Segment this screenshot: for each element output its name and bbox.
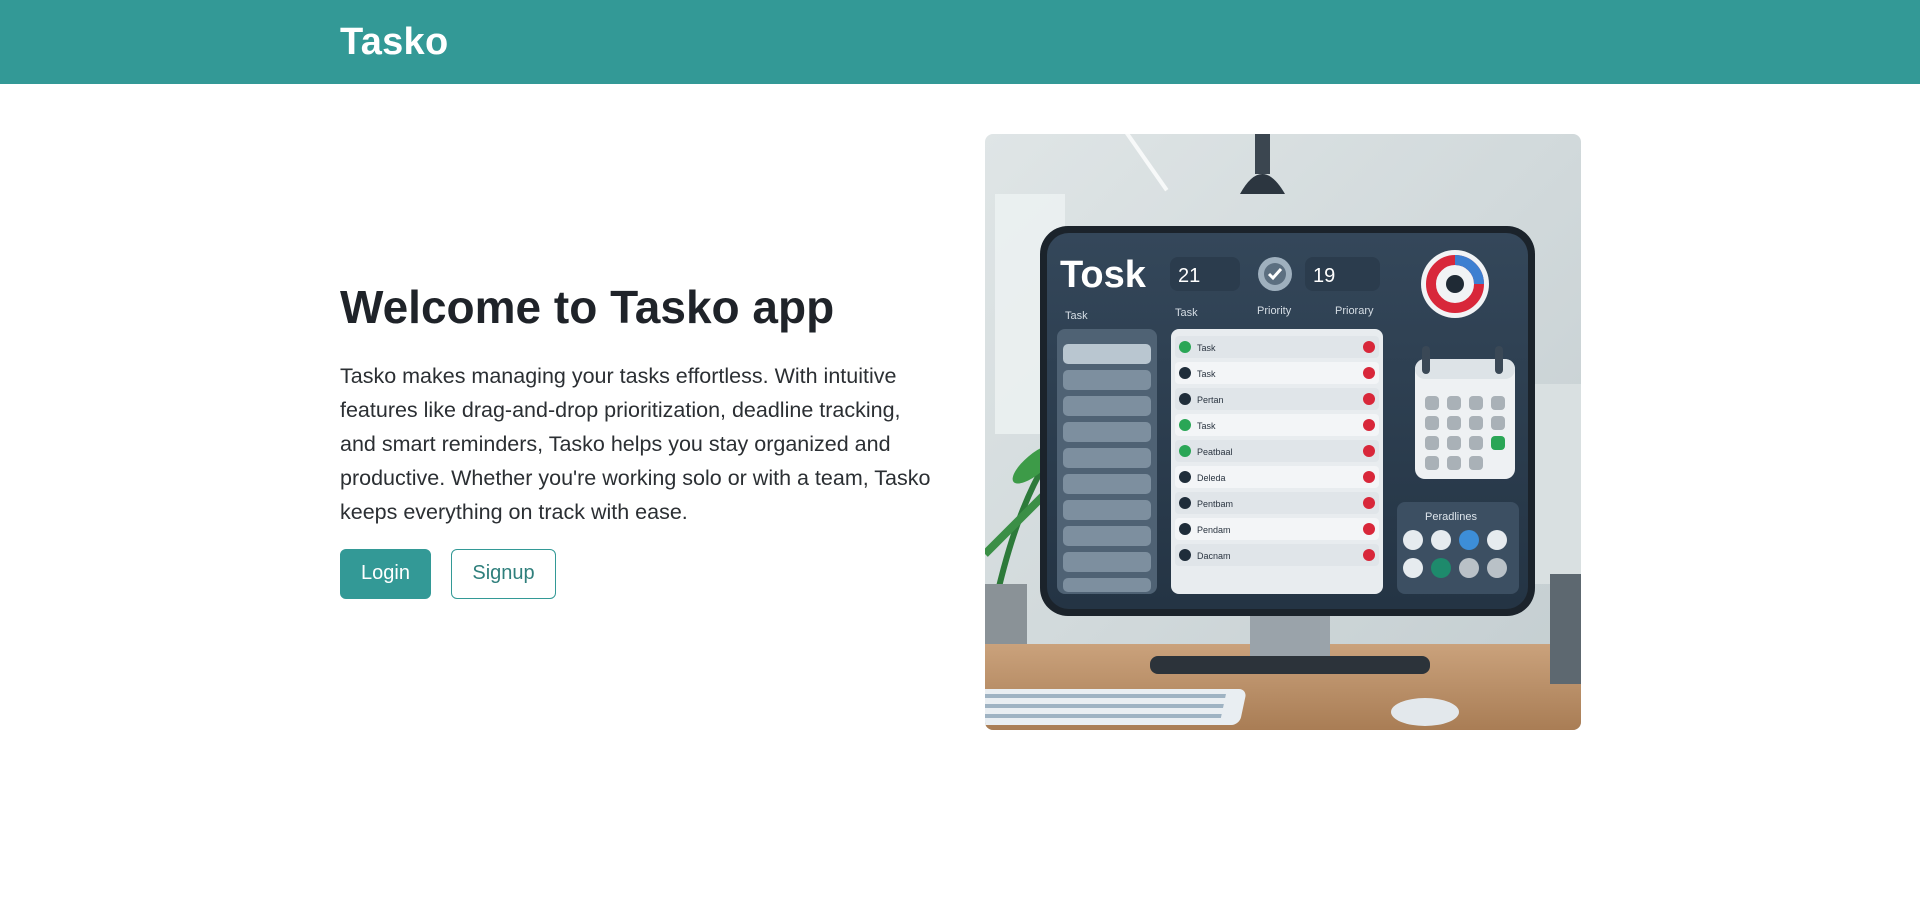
check-icon (1179, 367, 1191, 379)
login-button[interactable]: Login (340, 548, 431, 599)
task-rows: Task Task Pertan Task Peatbaal Deleda Pentbam P… (1175, 336, 1379, 566)
priority-icon (1363, 419, 1375, 431)
priority-icon (1363, 471, 1375, 483)
task-row-label: Dacnam (1197, 551, 1231, 561)
task-row-label: Task (1197, 421, 1216, 431)
screen-title: Tosk (1060, 254, 1147, 296)
signup-button[interactable]: Signup (451, 548, 556, 599)
sidebar-header: Task (1065, 310, 1088, 322)
task-row-label: Task (1197, 369, 1216, 379)
hero-text-column: Welcome to Tasko app Tasko makes managin… (340, 282, 940, 599)
progress-donut-icon (1421, 250, 1489, 318)
monitor-illustration: Tosk 21 19 Task Task Priority Priorary T… (985, 134, 1581, 730)
task-row-label: Peatbaal (1197, 447, 1233, 457)
column-priority-2: Priorary (1335, 305, 1374, 317)
priority-icon (1363, 393, 1375, 405)
hero-illustration: Tosk 21 19 Task Task Priority Priorary T… (985, 134, 1581, 730)
main-content: Welcome to Tasko app Tasko makes managin… (0, 84, 1920, 920)
priority-icon (1363, 523, 1375, 535)
task-row-label: Task (1197, 343, 1216, 353)
calendar-icon (1415, 346, 1515, 479)
task-row-label: Pendam (1197, 525, 1231, 535)
priority-icon (1363, 549, 1375, 561)
brand-logo-text[interactable]: Tasko (340, 21, 449, 64)
task-row-label: Pertan (1197, 395, 1224, 405)
check-icon (1179, 549, 1191, 561)
priority-icon (1363, 367, 1375, 379)
column-task: Task (1175, 307, 1198, 319)
check-icon (1179, 523, 1191, 535)
check-icon (1179, 445, 1191, 457)
check-icon (1179, 419, 1191, 431)
check-icon (1179, 471, 1191, 483)
column-priority: Priority (1257, 305, 1292, 317)
deadlines-label: Peradlines (1425, 511, 1477, 523)
auth-buttons: Login Signup (340, 548, 940, 599)
check-icon (1179, 341, 1191, 353)
priority-icon (1363, 445, 1375, 457)
priority-icon (1363, 497, 1375, 509)
hero-description: Tasko makes managing your tasks effortle… (340, 363, 931, 524)
check-icon (1179, 497, 1191, 509)
page-title: Welcome to Tasko app (340, 281, 835, 333)
task-row-label: Pentbam (1197, 499, 1233, 509)
task-row-label: Deleda (1197, 473, 1226, 483)
counter-a: 21 (1178, 265, 1200, 287)
priority-icon (1363, 341, 1375, 353)
check-icon (1179, 393, 1191, 405)
top-navbar: Tasko (0, 0, 1920, 84)
counter-b: 19 (1313, 265, 1335, 287)
